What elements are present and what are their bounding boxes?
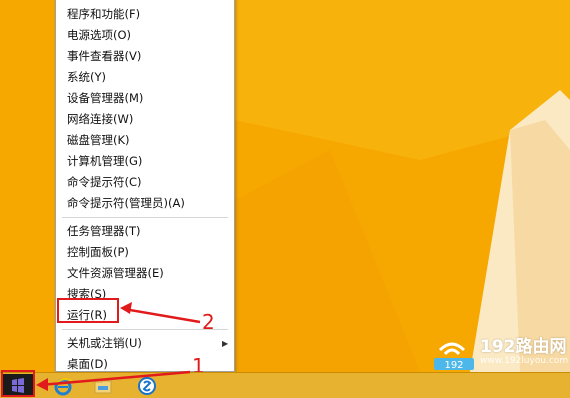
taskbar [0,372,570,398]
menu-item-control-panel[interactable]: 控制面板(P) [67,242,129,262]
store-icon[interactable] [136,375,158,397]
menu-item-desktop[interactable]: 桌面(D) [67,354,108,374]
desktop-background: 程序和功能(F) 电源选项(O) 事件查看器(V) 系统(Y) 设备管理器(M)… [0,0,570,398]
menu-item-command-prompt[interactable]: 命令提示符(C) [67,172,142,192]
step-number-2: 2 [202,310,215,334]
watermark: 192 192路由网 www.192luyou.com [430,332,570,372]
menu-item-command-prompt-admin[interactable]: 命令提示符(管理员)(A) [67,193,185,213]
watermark-url: www.192luyou.com [480,356,569,366]
menu-item-device-manager[interactable]: 设备管理器(M) [67,88,143,108]
watermark-title: 192路由网 [480,337,567,357]
router-logo-icon: 192 [434,342,474,371]
menu-item-computer-management[interactable]: 计算机管理(G) [67,151,142,171]
menu-item-system[interactable]: 系统(Y) [67,67,106,87]
menu-item-file-explorer[interactable]: 文件资源管理器(E) [67,263,164,283]
menu-separator [62,217,228,218]
menu-item-network-connections[interactable]: 网络连接(W) [67,109,133,129]
menu-item-power-options[interactable]: 电源选项(O) [67,25,131,45]
start-highlight-box [1,370,35,397]
internet-explorer-icon[interactable] [52,375,74,397]
file-explorer-icon[interactable] [92,375,114,397]
run-highlight-box [57,298,119,323]
menu-item-disk-management[interactable]: 磁盘管理(K) [67,130,130,150]
submenu-arrow-icon: ▶ [222,339,229,348]
svg-text:192: 192 [444,360,463,371]
menu-item-task-manager[interactable]: 任务管理器(T) [67,221,141,241]
menu-item-shutdown-signout[interactable]: 关机或注销(U) [67,333,142,353]
menu-item-programs-features[interactable]: 程序和功能(F) [67,4,140,24]
menu-item-event-viewer[interactable]: 事件查看器(V) [67,46,141,66]
